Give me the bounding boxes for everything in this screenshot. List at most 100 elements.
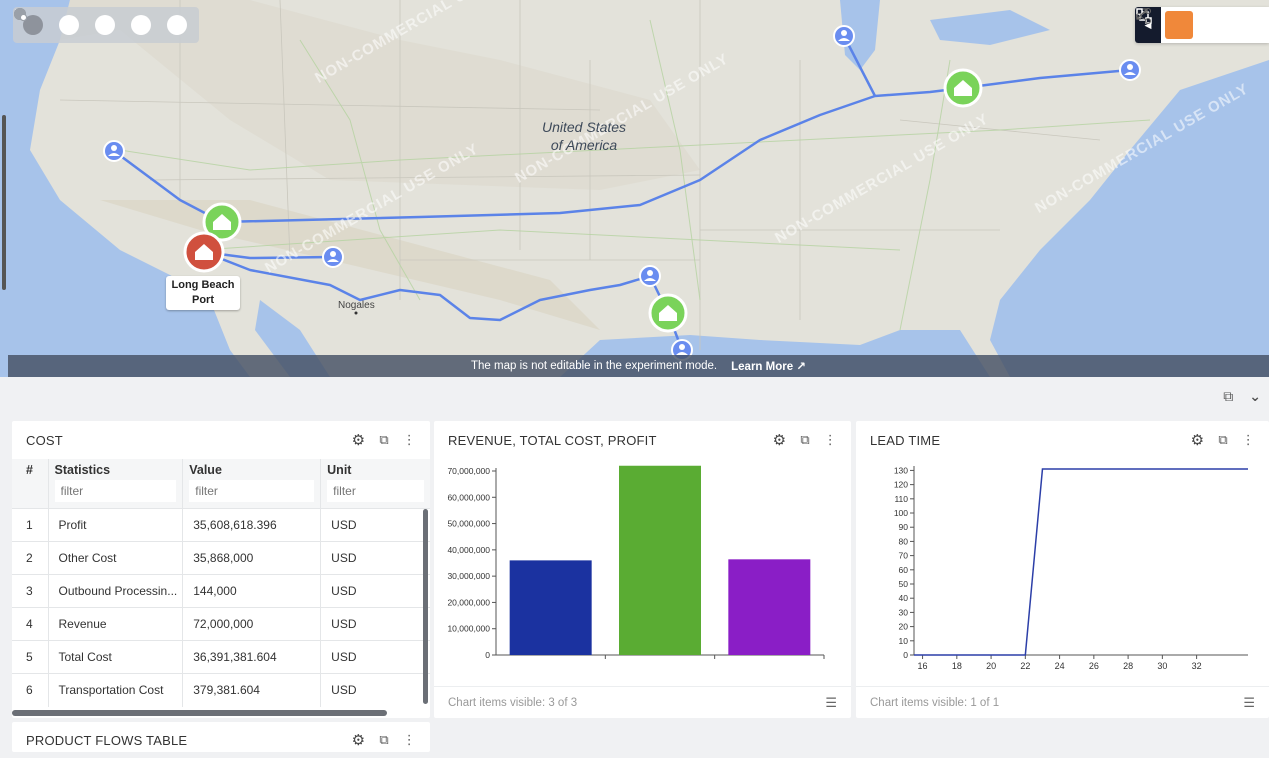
filter-cell (47, 477, 183, 509)
column-header[interactable]: # (12, 459, 48, 477)
y-tick-label: 0 (485, 650, 490, 660)
filter-cell (12, 477, 48, 509)
chevron-down-icon[interactable]: ⌄ (1249, 388, 1261, 405)
add-facility-tool-button[interactable] (14, 8, 119, 39)
x-tick-label: 28 (1123, 661, 1133, 671)
gear-icon[interactable]: ⚙ (773, 431, 787, 449)
gear-icon[interactable]: ⚙ (1191, 431, 1205, 449)
customer-icon[interactable] (833, 25, 855, 47)
y-tick-label: 60,000,000 (447, 492, 490, 502)
customer-icon[interactable] (103, 140, 125, 162)
more-icon[interactable]: ⋮ (1242, 432, 1255, 448)
cell-statistic: Other Cost (47, 541, 183, 575)
expand-icon[interactable]: ⧉ (379, 432, 388, 448)
more-icon[interactable]: ⋮ (824, 432, 837, 448)
table-row[interactable]: 4 Revenue 72,000,000 USD (12, 607, 430, 641)
column-header[interactable]: Unit (320, 459, 430, 477)
value-filter-input[interactable] (189, 480, 315, 502)
cell-unit: USD (320, 673, 430, 707)
cell-value: 35,868,000 (182, 541, 321, 575)
column-header[interactable]: Statistics (47, 459, 183, 477)
cell-value: 144,000 (182, 574, 321, 608)
routes-toggle-button[interactable] (1136, 7, 1197, 43)
y-tick-label: 20 (899, 622, 909, 632)
customer-icon[interactable] (322, 246, 344, 268)
customer-icon[interactable] (1119, 59, 1141, 81)
customer-icon[interactable] (639, 265, 661, 287)
cost-panel: COST ⚙ ⧉ ⋮ # Statistics Value Unit 1 Pro… (12, 421, 430, 718)
expand-icon[interactable]: ⧉ (800, 432, 809, 448)
warehouse-icon[interactable] (648, 293, 688, 333)
experiment-mode-banner: The map is not editable in the experimen… (8, 355, 1269, 377)
unit-filter-input[interactable] (327, 480, 424, 502)
add-customer-tool-button[interactable] (14, 8, 83, 39)
y-tick-label: 130 (894, 465, 908, 475)
chart-items-visible: Chart items visible: 3 of 3 (448, 696, 578, 709)
add-location-tool-button[interactable] (14, 8, 191, 39)
warehouse-icon[interactable] (943, 68, 983, 108)
cost-table: # Statistics Value Unit 1 Profit 35,608,… (12, 459, 430, 707)
map-right-controls: ◀ (1135, 7, 1269, 43)
y-tick-label: 10 (899, 636, 909, 646)
city-label-nogales: Nogales (338, 300, 375, 311)
table-row[interactable]: 6 Transportation Cost 379,381.604 USD (12, 673, 430, 707)
statistics-filter-input[interactable] (54, 480, 177, 502)
revenue-chart-panel: REVENUE, TOTAL COST, PROFIT ⚙ ⧉ ⋮ 0 10,00… (434, 421, 851, 718)
panel-title: COST (26, 432, 63, 448)
row-index: 2 (12, 541, 48, 575)
y-tick-label: 60 (899, 565, 909, 575)
cell-unit: USD (320, 574, 430, 608)
map-scrollbar[interactable] (2, 115, 6, 290)
expand-icon[interactable]: ⧉ (1218, 432, 1227, 448)
cell-unit: USD (320, 640, 430, 674)
revenue-panel-header: REVENUE, TOTAL COST, PROFIT ⚙ ⧉ ⋮ (434, 421, 851, 459)
x-tick-label: 16 (918, 661, 928, 671)
learn-more-link[interactable]: Learn More ↗ (731, 359, 806, 373)
list-icon[interactable]: ☰ (825, 695, 837, 711)
expand-icon[interactable]: ⧉ (1223, 388, 1233, 405)
cell-statistic: Outbound Processin... (47, 574, 183, 608)
fullscreen-button[interactable] (1136, 7, 1269, 43)
gear-icon[interactable]: ⚙ (352, 731, 366, 749)
bar (728, 559, 811, 655)
lead-time-panel-header: LEAD TIME ⚙ ⧉ ⋮ (856, 421, 1269, 459)
revenue-chart-footer: Chart items visible: 3 of 3 ☰ (434, 686, 851, 718)
row-index: 6 (12, 673, 48, 707)
bar (509, 560, 592, 655)
row-index: 1 (12, 508, 48, 542)
cell-statistic: Transportation Cost (47, 673, 183, 707)
y-tick-label: 20,000,000 (447, 597, 490, 607)
map-view[interactable]: NON-COMMERCIAL USE ONLY NON-COMMERCIAL U… (0, 0, 1269, 377)
vertical-scrollbar[interactable] (423, 509, 428, 704)
cell-unit: USD (320, 508, 430, 542)
port-label[interactable]: Long Beach Port (166, 276, 240, 310)
y-tick-label: 100 (894, 508, 908, 518)
gear-icon[interactable]: ⚙ (352, 431, 366, 449)
panel-title: LEAD TIME (870, 432, 941, 448)
revenue-bar-chart: 0 10,000,000 20,000,000 30,000,000 40,000,00… (447, 465, 825, 660)
cell-value: 36,391,381.604 (182, 640, 321, 674)
row-index: 3 (12, 574, 48, 608)
panel-title: PRODUCT FLOWS TABLE (26, 732, 188, 748)
table-row[interactable]: 3 Outbound Processin... 144,000 USD (12, 574, 430, 608)
port-icon[interactable] (183, 231, 225, 273)
list-icon[interactable]: ☰ (1243, 695, 1255, 711)
cell-statistic: Profit (47, 508, 183, 542)
cell-statistic: Revenue (47, 607, 183, 641)
map-toolbar (13, 7, 199, 43)
y-tick-label: 40,000,000 (447, 545, 490, 555)
y-tick-label: 0 (903, 650, 908, 660)
product-flows-panel: PRODUCT FLOWS TABLE ⚙ ⧉ ⋮ (12, 722, 430, 752)
more-icon[interactable]: ⋮ (403, 432, 416, 448)
table-row[interactable]: 1 Profit 35,608,618.396 USD (12, 508, 430, 542)
table-row[interactable]: 5 Total Cost 36,391,381.604 USD (12, 640, 430, 674)
cell-value: 379,381.604 (182, 673, 321, 707)
cell-unit: USD (320, 541, 430, 575)
fullscreen-icon (1136, 8, 1148, 20)
table-row[interactable]: 2 Other Cost 35,868,000 USD (12, 541, 430, 575)
horizontal-scrollbar[interactable] (12, 710, 387, 716)
chart-items-visible: Chart items visible: 1 of 1 (870, 696, 1000, 709)
network-view-button[interactable] (1136, 7, 1233, 43)
column-header[interactable]: Value (182, 459, 321, 477)
add-supplier-tool-button[interactable] (14, 8, 155, 39)
